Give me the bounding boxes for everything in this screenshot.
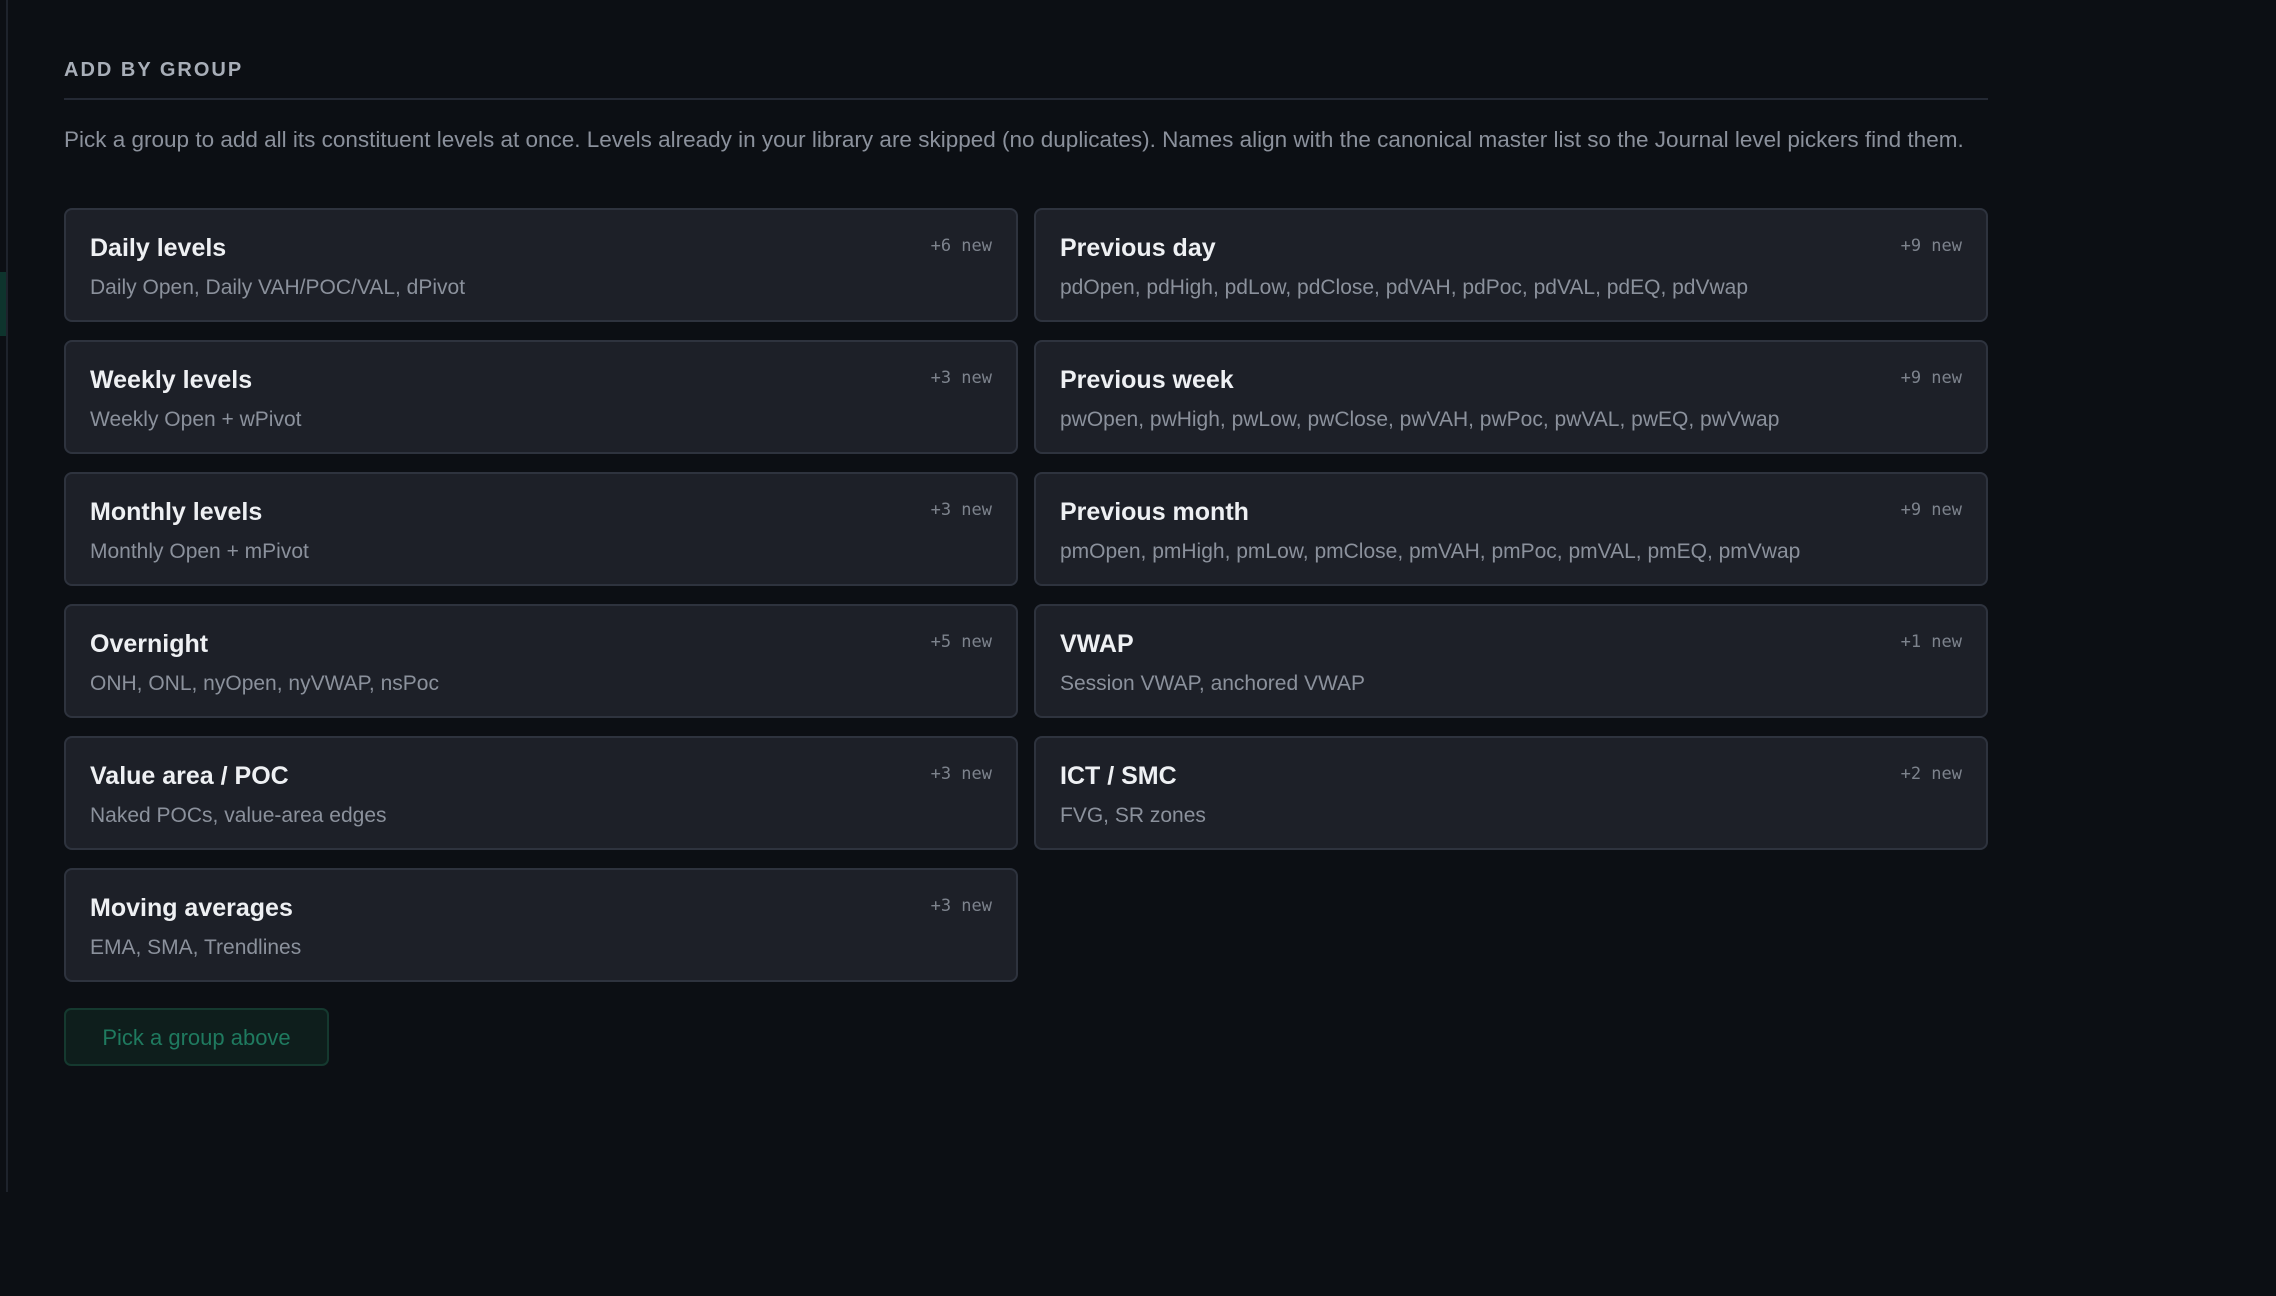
group-card-items: Session VWAP, anchored VWAP [1060,672,1366,695]
group-card-title: Daily levels [90,234,227,262]
group-card-previous-day[interactable]: Previous day +9 new pdOpen, pdHigh, pdLo… [1034,208,1988,322]
new-count-badge: +3 new [930,368,992,388]
group-card-title: Monthly levels [90,498,263,526]
group-card-title: Weekly levels [90,366,253,394]
group-card-items: Weekly Open + wPivot [90,408,302,431]
group-card-items: Naked POCs, value-area edges [90,804,387,827]
group-card-title: ICT / SMC [1060,762,1177,790]
group-card-items: Daily Open, Daily VAH/POC/VAL, dPivot [90,276,466,299]
section-divider [64,98,1988,100]
group-card-title: Moving averages [90,894,293,922]
group-card-weekly-levels[interactable]: Weekly levels +3 new Weekly Open + wPivo… [64,340,1018,454]
group-card-items: FVG, SR zones [1060,804,1206,827]
group-card-title: Previous week [1060,366,1234,394]
page: ADD BY GROUP Pick a group to add all its… [0,0,2276,1296]
group-grid: Daily levels +6 new Daily Open, Daily VA… [64,208,1988,982]
section-description: Pick a group to add all its constituent … [64,127,1964,152]
new-count-badge: +3 new [930,500,992,520]
group-card-ict-smc[interactable]: ICT / SMC +2 new FVG, SR zones [1034,736,1988,850]
add-group-button[interactable]: Pick a group above [64,1008,329,1066]
left-rail-divider [6,0,8,1192]
new-count-badge: +3 new [930,896,992,916]
new-count-badge: +1 new [1900,632,1962,652]
new-count-badge: +9 new [1900,368,1962,388]
group-card-previous-month[interactable]: Previous month +9 new pmOpen, pmHigh, pm… [1034,472,1988,586]
add-by-group-section: ADD BY GROUP Pick a group to add all its… [64,56,1988,156]
group-card-title: VWAP [1060,630,1134,658]
section-title: ADD BY GROUP [64,59,244,81]
group-card-overnight[interactable]: Overnight +5 new ONH, ONL, nyOpen, nyVWA… [64,604,1018,718]
group-card-title: Value area / POC [90,762,289,790]
group-card-value-area-poc[interactable]: Value area / POC +3 new Naked POCs, valu… [64,736,1018,850]
group-card-title: Overnight [90,630,209,658]
group-card-items: Monthly Open + mPivot [90,540,309,563]
group-card-previous-week[interactable]: Previous week +9 new pwOpen, pwHigh, pwL… [1034,340,1988,454]
group-card-moving-averages[interactable]: Moving averages +3 new EMA, SMA, Trendli… [64,868,1018,982]
group-card-items: ONH, ONL, nyOpen, nyVWAP, nsPoc [90,672,439,695]
rail-active-indicator [0,272,6,336]
group-card-items: pmOpen, pmHigh, pmLow, pmClose, pmVAH, p… [1060,540,1801,563]
group-card-items: pdOpen, pdHigh, pdLow, pdClose, pdVAH, p… [1060,276,1749,299]
group-card-daily-levels[interactable]: Daily levels +6 new Daily Open, Daily VA… [64,208,1018,322]
group-card-title: Previous day [1060,234,1216,262]
new-count-badge: +6 new [930,236,992,256]
new-count-badge: +3 new [930,764,992,784]
group-card-title: Previous month [1060,498,1249,526]
new-count-badge: +9 new [1900,236,1962,256]
new-count-badge: +9 new [1900,500,1962,520]
group-card-monthly-levels[interactable]: Monthly levels +3 new Monthly Open + mPi… [64,472,1018,586]
group-card-items: EMA, SMA, Trendlines [90,936,302,959]
group-card-items: pwOpen, pwHigh, pwLow, pwClose, pwVAH, p… [1060,408,1780,431]
new-count-badge: +5 new [930,632,992,652]
new-count-badge: +2 new [1900,764,1962,784]
group-card-vwap[interactable]: VWAP +1 new Session VWAP, anchored VWAP [1034,604,1988,718]
